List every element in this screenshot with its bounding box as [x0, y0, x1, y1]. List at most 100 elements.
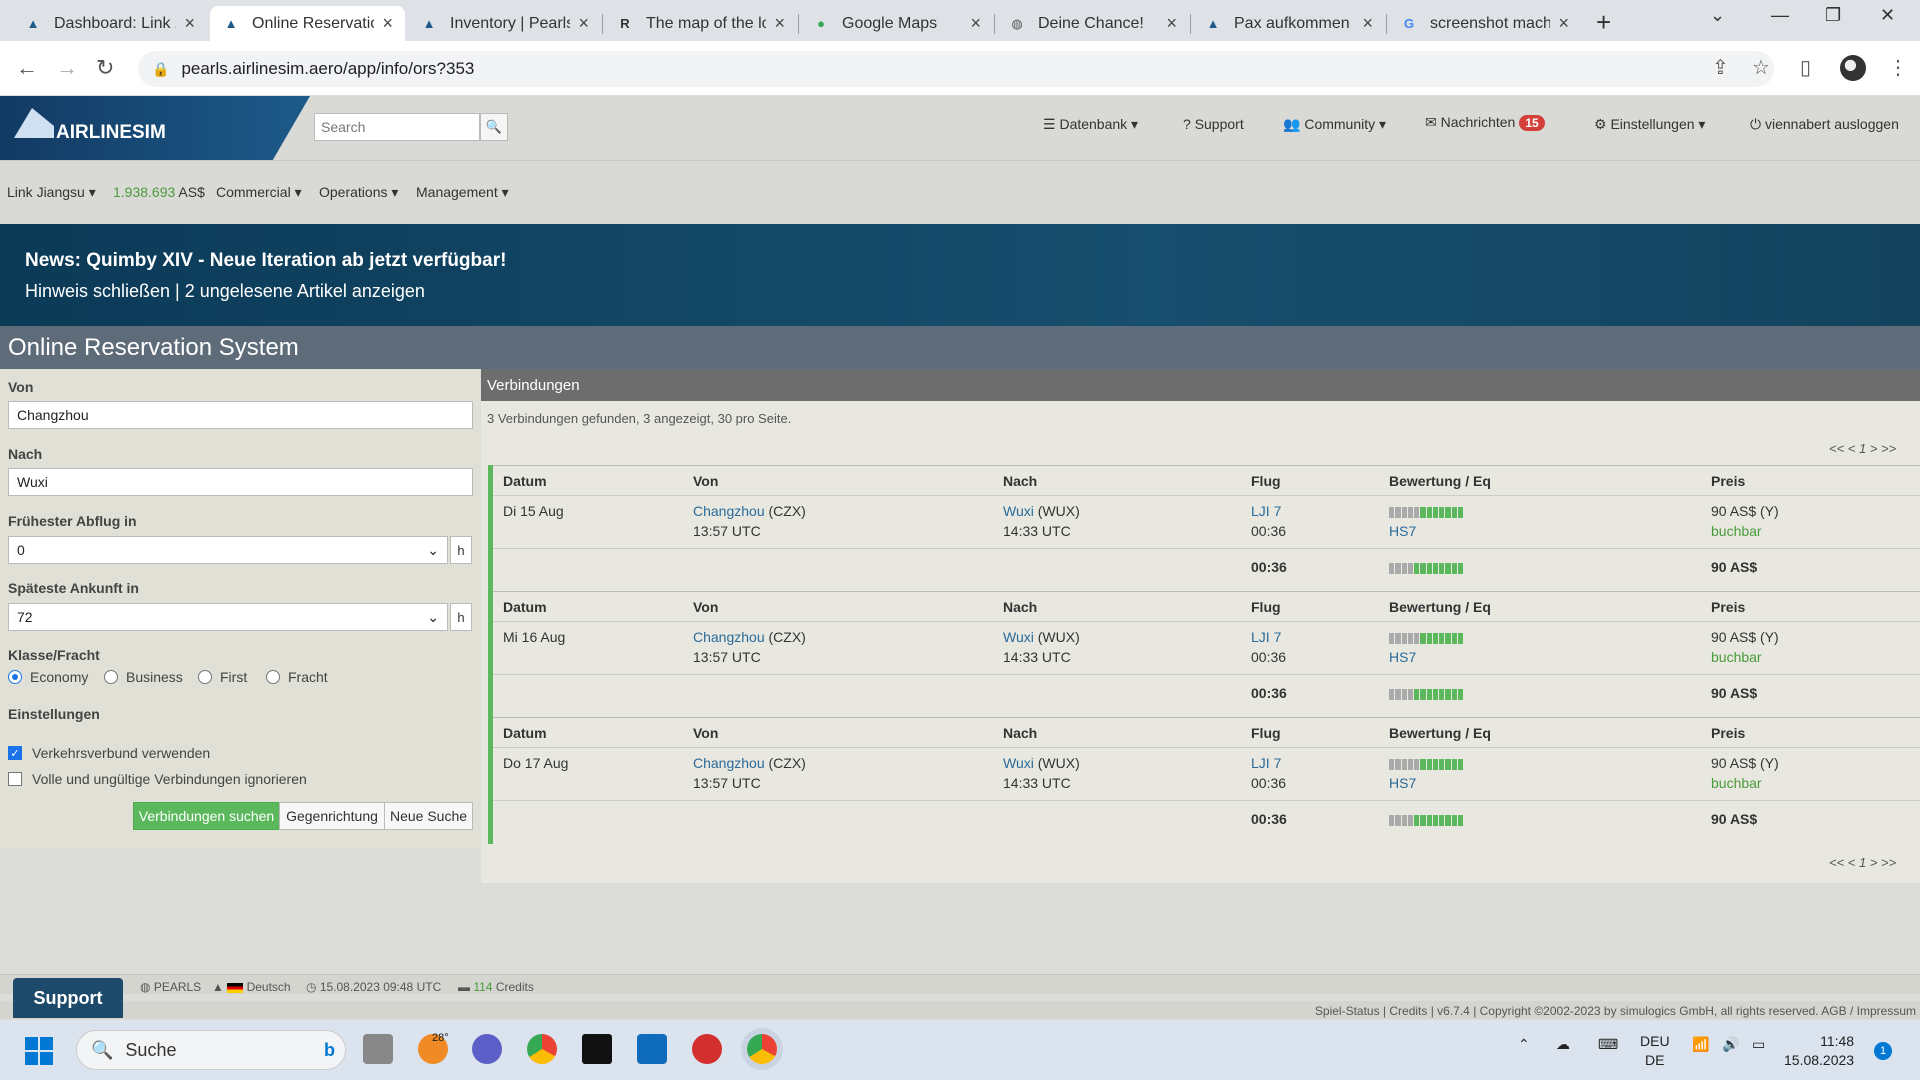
system-clock[interactable]: 11:48 15.08.2023 — [1784, 1032, 1854, 1070]
url-field[interactable]: 🔒 pearls.airlinesim.aero/app/info/ors?35… — [138, 51, 1774, 87]
tab-screenshot[interactable]: G screenshot mache × — [1388, 6, 1581, 41]
von-input[interactable]: Changzhou — [8, 401, 473, 429]
airline-selector[interactable]: Link Jiangsu ▾ — [7, 184, 96, 201]
tray-chevron-icon[interactable]: ⌃ — [1518, 1036, 1530, 1053]
reverse-direction-button[interactable]: Gegenrichtung — [279, 802, 385, 830]
close-icon[interactable]: × — [1362, 13, 1373, 34]
reload-icon[interactable]: ↻ — [96, 55, 114, 81]
tab-pax[interactable]: ▲ Pax aufkommen g × — [1192, 6, 1385, 41]
task-view-icon[interactable] — [363, 1034, 393, 1064]
airlinesim-logo[interactable]: AIRLINESIM — [0, 96, 310, 160]
flight-number[interactable]: LJI 7 — [1251, 755, 1281, 771]
pagination-bottom[interactable]: << < 1 > >> — [1829, 855, 1896, 870]
nav-community[interactable]: 👥 Community ▾ — [1283, 116, 1386, 133]
destination-airport[interactable]: Wuxi (WUX) — [1003, 503, 1080, 519]
bing-icon[interactable]: b — [324, 1040, 335, 1061]
destination-airport[interactable]: Wuxi (WUX) — [1003, 755, 1080, 771]
back-icon[interactable]: ← — [16, 55, 38, 81]
new-search-button[interactable]: Neue Suche — [384, 802, 473, 830]
menu-operations[interactable]: Operations ▾ — [319, 184, 398, 201]
search-input[interactable]: Search — [314, 113, 480, 141]
windows-start-icon[interactable] — [25, 1037, 53, 1065]
connection-date: Do 17 Aug — [503, 755, 569, 771]
close-icon[interactable]: × — [1558, 13, 1569, 34]
window-close-icon[interactable]: ✕ — [1880, 5, 1895, 26]
netflix-icon[interactable] — [582, 1034, 612, 1064]
tab-dashboard[interactable]: ▲ Dashboard: Link X × — [12, 6, 207, 41]
aircraft-type[interactable]: HS7 — [1389, 523, 1416, 539]
aircraft-type[interactable]: HS7 — [1389, 649, 1416, 665]
tab-deine-chance[interactable]: ◍ Deine Chance! × — [996, 6, 1189, 41]
minimize-icon[interactable]: — — [1771, 5, 1789, 26]
origin-airport[interactable]: Changzhou (CZX) — [693, 755, 806, 771]
chrome-icon[interactable] — [527, 1034, 557, 1064]
tab-google-maps[interactable]: ● Google Maps × — [800, 6, 993, 41]
restore-icon[interactable]: ❐ — [1825, 5, 1841, 26]
notification-badge[interactable]: 1 — [1874, 1042, 1892, 1060]
close-icon[interactable]: × — [578, 13, 589, 34]
ankunft-select[interactable]: 72 ⌄ — [8, 603, 448, 631]
menu-management[interactable]: Management ▾ — [416, 184, 509, 201]
radio-economy[interactable]: Economy — [8, 669, 88, 685]
taskbar-search[interactable]: 🔍 Suche b — [76, 1030, 346, 1070]
language-selector[interactable]: ▲ Deutsch — [212, 980, 291, 994]
checkbox-ignorieren[interactable]: Volle und ungültige Verbindungen ignorie… — [8, 771, 307, 787]
close-icon[interactable]: × — [970, 13, 981, 34]
nav-logout[interactable]: ⏻ viennabert ausloggen — [1750, 116, 1899, 133]
close-icon[interactable]: × — [382, 13, 393, 34]
chrome-active-icon[interactable] — [747, 1034, 777, 1064]
bookmark-star-icon[interactable]: ☆ — [1752, 55, 1770, 80]
nav-datenbank[interactable]: ☰ Datenbank ▾ — [1043, 116, 1138, 133]
radio-fracht[interactable]: Fracht — [266, 669, 328, 685]
radio-first[interactable]: First — [198, 669, 247, 685]
volume-icon[interactable]: 🔊 — [1722, 1036, 1739, 1053]
close-icon[interactable]: × — [184, 13, 195, 34]
pagination-top[interactable]: << < 1 > >> — [1829, 441, 1896, 456]
nav-support[interactable]: ? Support — [1183, 116, 1244, 132]
support-button[interactable]: Support — [13, 978, 123, 1018]
new-tab-button[interactable]: + — [1596, 7, 1611, 38]
tab-search-icon[interactable]: ⌄ — [1710, 5, 1725, 26]
outlook-icon[interactable] — [637, 1034, 667, 1064]
radio-business[interactable]: Business — [104, 669, 183, 685]
checkbox-verkehrsverbund[interactable]: ✓ Verkehrsverbund verwenden — [8, 745, 210, 761]
keyboard-icon[interactable]: ⌨ — [1598, 1036, 1618, 1053]
tab-map[interactable]: R The map of the lo × — [604, 6, 797, 41]
share-icon[interactable]: ⇪ — [1712, 55, 1729, 80]
teams-icon[interactable] — [472, 1034, 502, 1064]
sidepanel-icon[interactable]: ▯ — [1800, 55, 1811, 80]
forward-icon[interactable]: → — [56, 55, 78, 81]
origin-airport[interactable]: Changzhou (CZX) — [693, 629, 806, 645]
battery-icon[interactable]: ▭ — [1752, 1036, 1765, 1053]
flight-number[interactable]: LJI 7 — [1251, 629, 1281, 645]
status-bar: ◍ PEARLS ▲ Deutsch ◷ 15.08.2023 09:48 UT… — [0, 974, 1920, 994]
credits-display[interactable]: ▬ 114 Credits — [458, 980, 534, 994]
lock-icon[interactable]: 🔒 — [152, 61, 169, 78]
rating-bar — [1389, 633, 1463, 644]
connection-card: Datum Von Nach Flug Bewertung / Eq Preis Di 15… — [488, 465, 1920, 592]
search-icon[interactable]: 🔍 — [480, 113, 508, 141]
aircraft-type[interactable]: HS7 — [1389, 775, 1416, 791]
close-icon[interactable]: × — [774, 13, 785, 34]
tab-online-reservation[interactable]: ▲ Online Reservatio × — [210, 6, 405, 41]
destination-airport[interactable]: Wuxi (WUX) — [1003, 629, 1080, 645]
search-connections-button[interactable]: Verbindungen suchen — [133, 802, 280, 830]
menu-commercial[interactable]: Commercial ▾ — [216, 184, 302, 201]
nav-nachrichten[interactable]: ✉ Nachrichten 15 — [1425, 114, 1545, 131]
onedrive-icon[interactable]: ☁ — [1556, 1036, 1570, 1053]
input-language[interactable]: DEU DE — [1640, 1032, 1670, 1070]
tab-inventory[interactable]: ▲ Inventory | Pearls × — [408, 6, 601, 41]
footer-text[interactable]: Spiel-Status | Credits | v6.7.4 | Copyri… — [1315, 1004, 1916, 1018]
origin-airport[interactable]: Changzhou (CZX) — [693, 503, 806, 519]
close-icon[interactable]: × — [1166, 13, 1177, 34]
nav-einstellungen[interactable]: ⚙ Einstellungen ▾ — [1594, 116, 1705, 133]
abflug-select[interactable]: 0 ⌄ — [8, 536, 448, 564]
news-links[interactable]: Hinweis schließen | 2 ungelesene Artikel… — [25, 281, 425, 302]
nach-input[interactable]: Wuxi — [8, 468, 473, 496]
news-title[interactable]: News: Quimby XIV - Neue Iteration ab jet… — [25, 250, 506, 272]
profile-avatar[interactable] — [1840, 55, 1866, 81]
flight-number[interactable]: LJI 7 — [1251, 503, 1281, 519]
wifi-icon[interactable]: 📶 — [1692, 1036, 1709, 1053]
pokerstars-icon[interactable] — [692, 1034, 722, 1064]
menu-dots-icon[interactable]: ⋮ — [1888, 55, 1908, 80]
